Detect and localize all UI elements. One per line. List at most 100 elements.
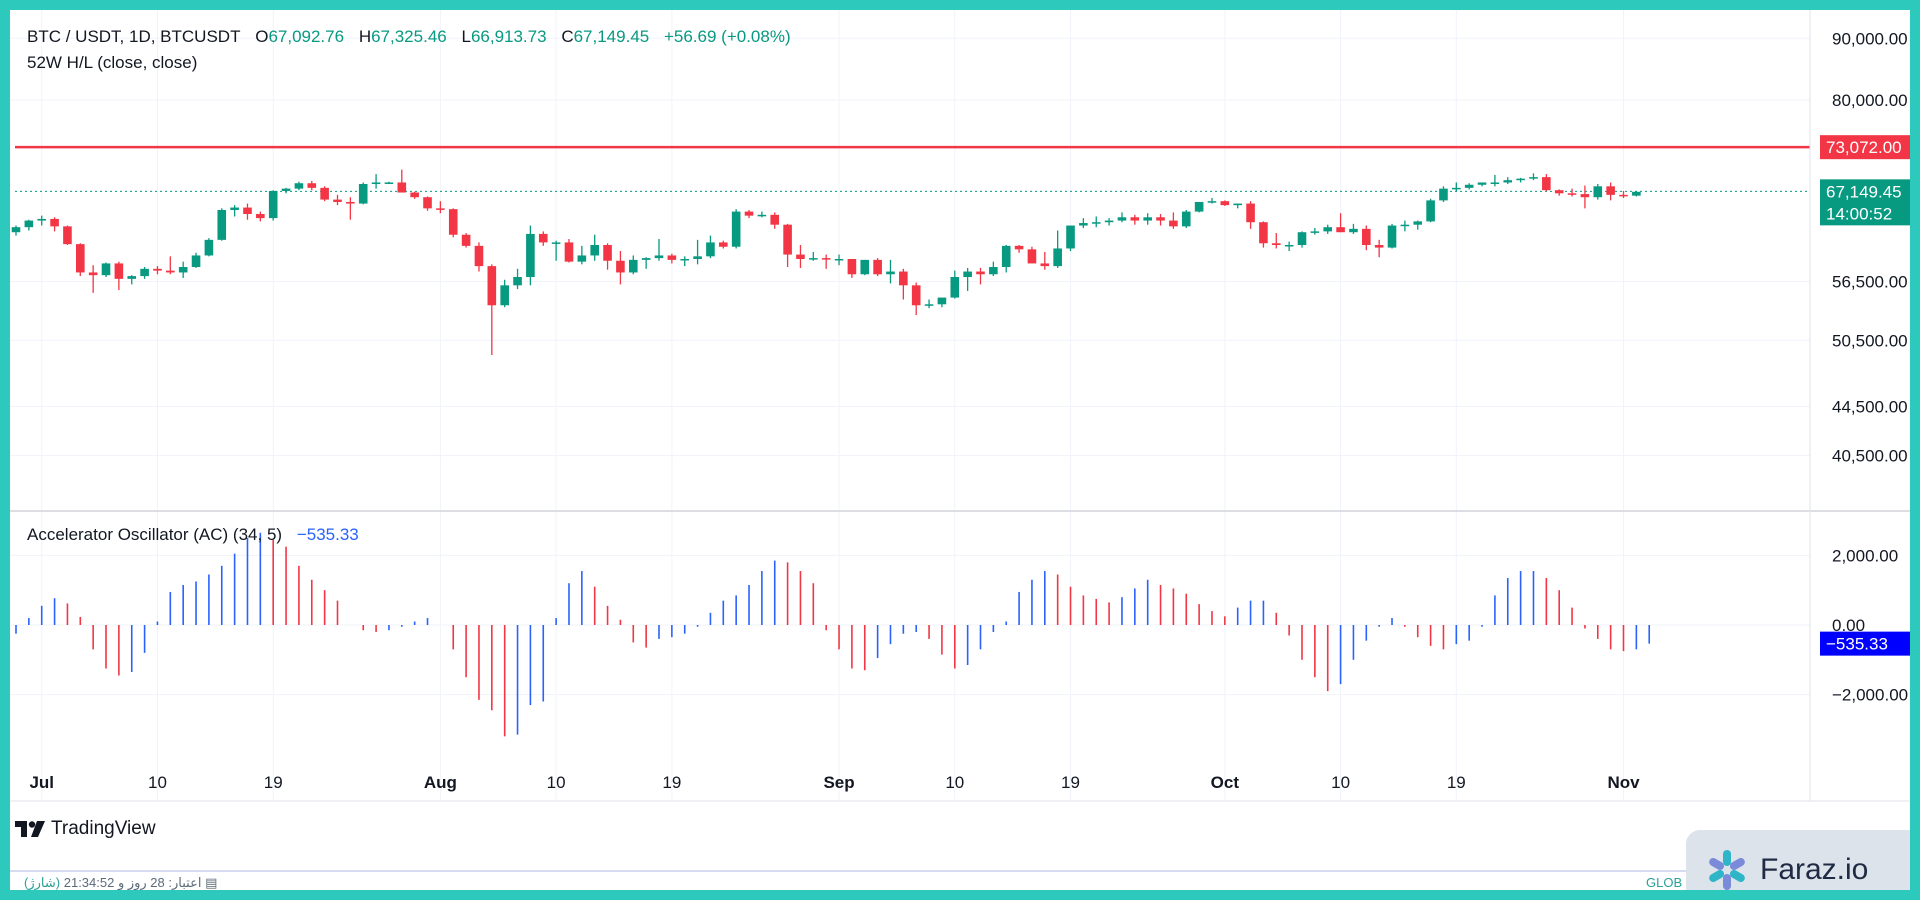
candle — [1194, 201, 1204, 213]
candle-body — [1516, 178, 1525, 181]
candle-body — [1001, 245, 1011, 268]
candle — [950, 270, 960, 299]
price-tick-label: 40,500.00 — [1832, 447, 1908, 466]
candle-body — [1156, 217, 1165, 221]
candle — [886, 259, 895, 284]
osc-tick-label: 2,000.00 — [1832, 546, 1898, 565]
grid-lines — [10, 10, 1810, 800]
candle — [423, 196, 432, 211]
indicator-legend[interactable]: 52W H/L (close, close) — [27, 53, 197, 73]
candle-body — [1452, 187, 1461, 190]
candle-body — [1194, 201, 1204, 212]
candle — [1246, 201, 1255, 229]
candle — [127, 275, 137, 285]
candle-body — [886, 271, 895, 275]
calendar-icon: ▤ — [205, 875, 218, 890]
candle-body — [976, 271, 985, 275]
close-value: 67,149.45 — [573, 27, 650, 46]
candle-body — [1554, 190, 1564, 194]
time-tick-label: 10 — [945, 773, 964, 792]
candle — [294, 181, 304, 191]
candle — [989, 261, 998, 277]
candle — [1117, 212, 1127, 223]
candle-body — [1284, 244, 1294, 247]
candle-body — [847, 258, 857, 275]
candle-body — [127, 276, 137, 279]
candle — [1477, 182, 1487, 187]
candle-body — [1336, 227, 1345, 233]
candle-body — [1233, 203, 1242, 206]
candle — [50, 217, 59, 232]
candle — [63, 225, 72, 245]
candle — [577, 245, 587, 265]
candle-body — [307, 183, 317, 188]
oscillator-last-label: −535.33 — [1826, 635, 1888, 654]
candle-body — [1387, 225, 1397, 248]
candle-body — [204, 239, 214, 256]
candle-body — [346, 201, 355, 204]
low-label: L — [461, 27, 471, 46]
candle — [796, 244, 805, 268]
high-value: 67,325.46 — [371, 27, 447, 46]
candle — [654, 238, 664, 261]
price-tick-label: 80,000.00 — [1832, 91, 1908, 110]
candle-body — [757, 214, 767, 217]
price-tick-label: 56,500.00 — [1832, 273, 1908, 292]
candle — [243, 203, 252, 220]
candle-body — [1220, 201, 1230, 206]
candle-body — [821, 258, 831, 260]
candle-body — [1259, 222, 1268, 244]
chart-canvas[interactable]: 90,000.00 80,000.00 56,500.00 50,500.00 44,5… — [10, 10, 1910, 890]
candle — [1297, 231, 1307, 248]
candle-body — [564, 242, 574, 262]
tradingview-brand[interactable]: TradingView — [15, 818, 156, 840]
candle-body — [1169, 220, 1178, 227]
candle — [590, 234, 599, 261]
candle-body — [963, 271, 972, 278]
candle — [1426, 198, 1435, 223]
countdown-label: 14:00:52 — [1826, 204, 1892, 223]
candle-body — [526, 233, 535, 278]
candle — [436, 201, 445, 214]
candle — [821, 254, 831, 269]
oscillator-title[interactable]: Accelerator Oscillator (AC) (34, 5) — [27, 525, 282, 544]
candle — [1349, 223, 1358, 234]
candle — [384, 181, 394, 185]
candle — [1143, 213, 1152, 225]
candle-body — [1477, 182, 1487, 185]
candle — [191, 252, 201, 268]
candle — [1233, 203, 1242, 209]
time-tick-label: Sep — [823, 773, 854, 792]
candle-body — [24, 220, 34, 228]
candle — [1169, 212, 1178, 229]
symbol-title[interactable]: BTC / USDT, 1D, BTCUSDT — [27, 27, 240, 46]
candle — [757, 211, 767, 218]
candle-body — [101, 263, 111, 276]
candle-body — [590, 244, 599, 256]
candle-body — [191, 255, 201, 268]
candle-body — [783, 224, 792, 255]
candle-body — [719, 242, 728, 247]
candle-body — [924, 304, 934, 306]
candle-body — [577, 255, 587, 262]
candle-body — [989, 267, 998, 275]
candle-body — [436, 208, 445, 210]
candle — [410, 191, 419, 199]
candle-body — [1130, 217, 1140, 221]
candle — [346, 197, 355, 220]
time-tick-label: 19 — [264, 773, 283, 792]
candle — [1130, 214, 1140, 225]
oscillator-legend[interactable]: Accelerator Oscillator (AC) (34, 5) −535… — [27, 525, 359, 545]
candle-body — [731, 211, 741, 247]
symbol-legend[interactable]: BTC / USDT, 1D, BTCUSDT O67,092.76 H67,3… — [27, 27, 791, 47]
indicator-title[interactable]: 52W H/L (close, close) — [27, 53, 197, 72]
candles — [11, 169, 1641, 355]
candle-body — [37, 218, 47, 221]
faraz-watermark: Faraz.io — [1686, 830, 1910, 890]
candle — [140, 267, 149, 279]
candle-body — [667, 255, 677, 260]
axes: 90,000.00 80,000.00 56,500.00 50,500.00 44,5… — [10, 10, 1910, 802]
candle — [1374, 239, 1384, 258]
tradingview-logo-icon — [15, 821, 45, 837]
candle — [24, 219, 34, 231]
